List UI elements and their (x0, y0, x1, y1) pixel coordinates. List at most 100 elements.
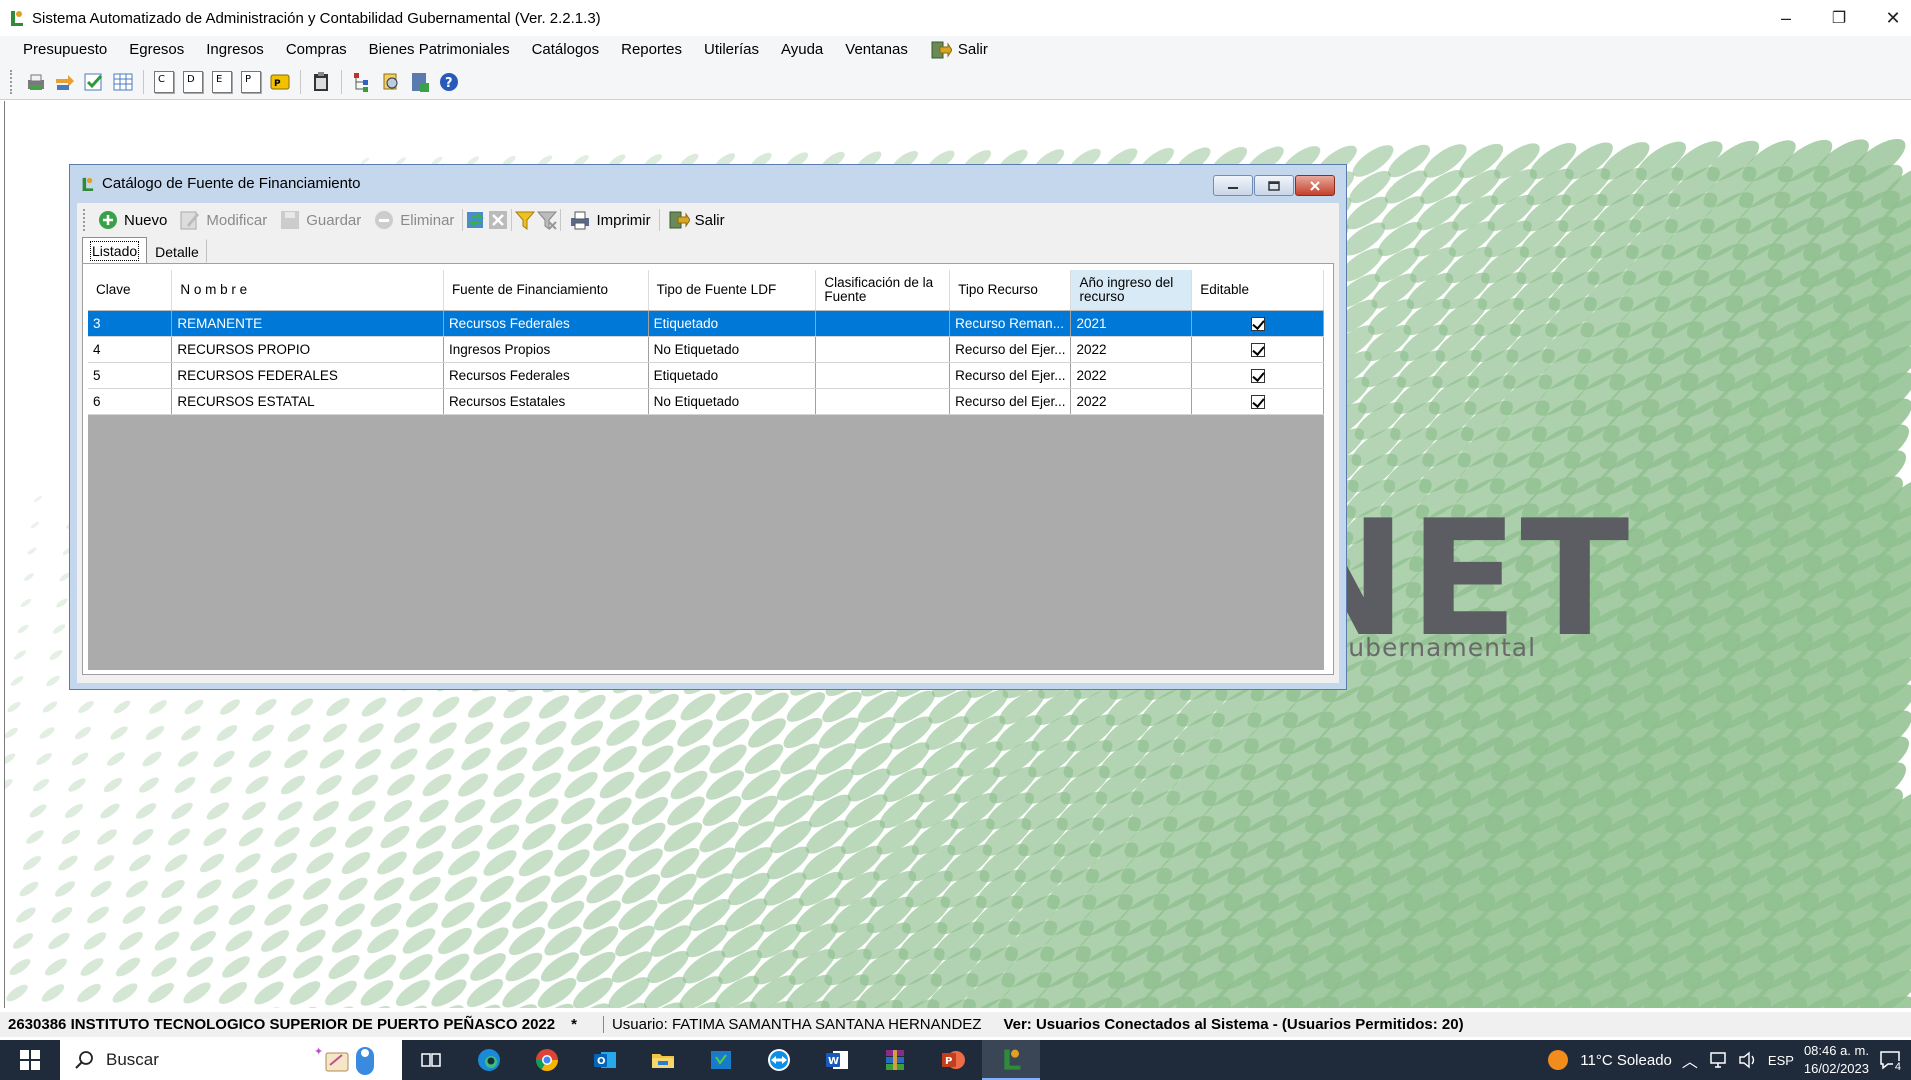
column-header-nombre[interactable]: N o m b r e (171, 270, 444, 311)
notification-center-button[interactable]: 4 (1879, 1050, 1903, 1073)
column-header-editable[interactable]: Editable (1191, 270, 1324, 311)
background-dot (267, 878, 295, 900)
powerpoint-icon[interactable]: P (924, 1040, 982, 1080)
outlook-icon[interactable]: O (576, 1040, 634, 1080)
editable-checkbox[interactable] (1250, 342, 1265, 357)
help-icon[interactable]: ? (436, 69, 462, 95)
weather-text[interactable]: 11°C Soleado (1580, 1052, 1672, 1069)
fuente-financiamiento-grid[interactable]: Clave N o m b r e Fuente de Financiamien… (88, 270, 1324, 670)
network-icon[interactable] (1708, 1051, 1728, 1069)
filter-icon[interactable] (514, 209, 536, 231)
payment-icon[interactable]: P (267, 69, 293, 95)
close-button[interactable]: ✕ (1868, 0, 1911, 36)
background-dot (58, 855, 78, 871)
taskbar-clock[interactable]: 08:46 a. m. 16/02/2023 (1804, 1042, 1869, 1078)
nuevo-button[interactable]: Nuevo (91, 206, 173, 234)
catalog-minimize-button[interactable] (1213, 175, 1253, 196)
transfer-icon[interactable] (52, 69, 78, 95)
tree-structure-icon[interactable] (349, 69, 375, 95)
editable-checkbox[interactable] (1250, 368, 1265, 383)
column-header-tipo-recurso[interactable]: Tipo Recurso (949, 270, 1072, 311)
language-indicator[interactable]: ESP (1768, 1053, 1794, 1068)
background-dot (203, 828, 227, 846)
volume-icon[interactable] (1738, 1051, 1758, 1069)
printer-money-icon[interactable] (23, 69, 49, 95)
cell-clave: 4 (88, 336, 173, 363)
background-dot (412, 851, 444, 875)
task-view-icon[interactable] (402, 1040, 460, 1080)
file-explorer-icon[interactable] (634, 1040, 692, 1080)
search-document-icon[interactable] (378, 69, 404, 95)
save-icon (281, 211, 300, 229)
start-button[interactable] (0, 1040, 60, 1080)
background-dot (503, 695, 533, 719)
menu-reportes[interactable]: Reportes (610, 36, 693, 64)
guardar-button[interactable]: Guardar (273, 206, 367, 234)
table-row[interactable]: 4 RECURSOS PROPIO Ingresos Propios No Et… (88, 336, 1324, 363)
background-dot (157, 905, 183, 925)
background-dot (751, 692, 789, 722)
sistema-app-taskbar-icon[interactable] (982, 1040, 1040, 1080)
eliminar-button[interactable]: Eliminar (367, 206, 460, 234)
background-dot (525, 798, 559, 824)
cancel-icon[interactable] (487, 209, 509, 231)
background-dot (292, 955, 324, 979)
catalog-close-button[interactable] (1295, 175, 1335, 196)
modificar-button[interactable]: Modificar (173, 206, 273, 234)
column-header-clasificacion[interactable]: Clasificación de la Fuente (815, 270, 951, 311)
teamviewer-icon[interactable] (750, 1040, 808, 1080)
app-logo-icon (80, 175, 94, 193)
edge-browser-icon[interactable] (460, 1040, 518, 1080)
menu-ayuda[interactable]: Ayuda (770, 36, 834, 64)
store-app-icon[interactable] (692, 1040, 750, 1080)
menu-compras[interactable]: Compras (275, 36, 358, 64)
tab-detalle[interactable]: Detalle (147, 239, 207, 263)
column-header-fuente[interactable]: Fuente de Financiamiento (443, 270, 649, 311)
approve-document-icon[interactable] (81, 69, 107, 95)
report-c-button[interactable]: C (151, 69, 177, 95)
menu-bienes-patrimoniales[interactable]: Bienes Patrimoniales (358, 36, 521, 64)
restore-button[interactable]: ❐ (1814, 0, 1864, 36)
background-dot (77, 983, 101, 1003)
background-dot (547, 900, 585, 930)
catalog-toolbar-grip[interactable] (83, 209, 87, 231)
status-connected-users-link[interactable]: Ver: Usuarios Conectados al Sistema - (U… (1003, 1016, 1463, 1033)
menu-utilerias[interactable]: Utilerías (693, 36, 770, 64)
taskbar-search-box[interactable]: Buscar ✦ (60, 1040, 402, 1080)
chevron-up-icon[interactable]: ︿ (1682, 1048, 1698, 1072)
background-dot (399, 954, 433, 980)
column-header-anio[interactable]: Año ingreso del recurso (1070, 270, 1193, 311)
salir-button[interactable]: Salir (662, 206, 731, 234)
menu-catalogos[interactable]: Catálogos (521, 36, 611, 64)
cell-editable (1191, 362, 1324, 389)
report-d-button[interactable]: D (180, 69, 206, 95)
editable-checkbox[interactable] (1250, 394, 1265, 409)
clear-filter-icon[interactable] (536, 209, 558, 231)
winrar-icon[interactable] (866, 1040, 924, 1080)
background-dot (245, 776, 269, 794)
menu-presupuesto[interactable]: Presupuesto (12, 36, 118, 64)
word-icon[interactable]: W (808, 1040, 866, 1080)
column-header-tipo-ldf[interactable]: Tipo de Fuente LDF (648, 270, 817, 311)
menu-ventanas[interactable]: Ventanas (834, 36, 919, 64)
table-row[interactable]: 5 RECURSOS FEDERALES Recursos Federales … (88, 362, 1324, 389)
menu-salir[interactable]: Salir (919, 36, 999, 64)
report-p-button[interactable]: P (238, 69, 264, 95)
toolbar-grip[interactable] (10, 69, 14, 94)
report-e-button[interactable]: E (209, 69, 235, 95)
imprimir-button[interactable]: Imprimir (563, 206, 656, 234)
tab-listado[interactable]: Listado (82, 237, 148, 263)
minimize-button[interactable]: – (1761, 0, 1811, 36)
refresh-icon[interactable] (465, 209, 487, 231)
menu-egresos[interactable]: Egresos (118, 36, 195, 64)
clipboard-icon[interactable] (308, 69, 334, 95)
table-row[interactable]: 3 REMANENTE Recursos Federales Etiquetad… (88, 310, 1324, 337)
catalog-maximize-button[interactable] (1254, 175, 1294, 196)
save-config-icon[interactable] (407, 69, 433, 95)
chrome-browser-icon[interactable] (518, 1040, 576, 1080)
editable-checkbox[interactable] (1250, 316, 1265, 331)
column-header-clave[interactable]: Clave (88, 270, 173, 311)
spreadsheet-icon[interactable] (110, 69, 136, 95)
table-row[interactable]: 6 RECURSOS ESTATAL Recursos Estatales No… (88, 388, 1324, 415)
menu-ingresos[interactable]: Ingresos (195, 36, 275, 64)
